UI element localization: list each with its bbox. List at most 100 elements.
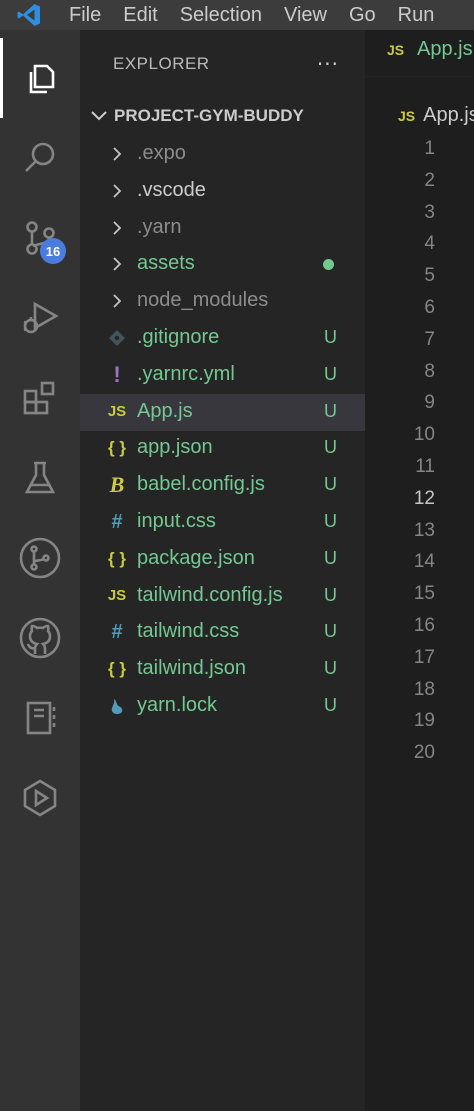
line-number: 1 xyxy=(424,138,435,159)
notebook-icon[interactable] xyxy=(0,678,80,758)
line-number: 2 xyxy=(424,169,435,191)
js-file-icon: JS xyxy=(398,108,416,124)
chevron-right-icon xyxy=(106,252,128,276)
babel-file-icon: B xyxy=(109,472,125,498)
json-file-icon: { } xyxy=(108,438,126,458)
file-name: .gitignore xyxy=(137,326,220,348)
line-number: 12 xyxy=(413,487,435,509)
tab-app-js[interactable]: JS App.js xyxy=(365,30,474,77)
title-bar: File Edit Selection View Go Run xyxy=(0,0,474,30)
file-package-json[interactable]: { } package.json U xyxy=(80,541,365,578)
folder-expo[interactable]: .expo xyxy=(80,136,365,173)
yarn-file-icon xyxy=(106,694,128,718)
menu-selection[interactable]: Selection xyxy=(169,0,273,30)
chevron-down-icon xyxy=(88,104,110,130)
file-app-json[interactable]: { } app.json U xyxy=(80,430,365,467)
extensions-icon[interactable] xyxy=(0,358,80,438)
search-icon[interactable] xyxy=(0,118,80,198)
file-name: .expo xyxy=(137,142,186,164)
line-number: 15 xyxy=(413,583,435,605)
line-number: 19 xyxy=(413,710,435,732)
file-name: .vscode xyxy=(137,178,206,201)
line-number: 10 xyxy=(413,424,435,446)
editor-area: JS App.js JS App.js 1 2 3 4 5 6 7 8 9 10 11 12 13 14 15… xyxy=(365,30,474,1111)
folder-yarn[interactable]: .yarn xyxy=(80,210,365,247)
file-babel-config-js[interactable]: Bbabel.config.js U xyxy=(80,467,365,504)
line-number: 16 xyxy=(413,615,435,636)
file-name: node_modules xyxy=(137,289,269,312)
folder-vscode[interactable]: .vscode xyxy=(80,173,365,210)
file-tailwind-config-js[interactable]: JS tailwind.config.js U xyxy=(80,578,365,615)
line-number: 8 xyxy=(424,360,435,382)
file-tailwind-json[interactable]: { } tailwind.json U xyxy=(80,651,365,688)
js-file-icon: JS xyxy=(387,42,405,58)
explorer-icon[interactable] xyxy=(0,38,80,118)
folder-node-modules[interactable]: node_modules xyxy=(80,283,365,320)
line-number: 5 xyxy=(424,265,435,287)
line-number: 3 xyxy=(424,201,435,223)
menu-file[interactable]: File xyxy=(58,0,112,30)
explorer-sidebar: EXPLORER ··· PROJECT-GYM-BUDDY .expo .vsc… xyxy=(80,30,365,1111)
git-status-badge: U xyxy=(324,400,337,421)
chevron-right-icon xyxy=(106,216,128,240)
file-name: app.json xyxy=(137,436,213,459)
line-number: 17 xyxy=(413,646,435,668)
untracked-dot xyxy=(323,259,334,271)
line-number: 14 xyxy=(413,551,435,573)
menu-run[interactable]: Run xyxy=(387,0,446,30)
json-file-icon: { } xyxy=(108,659,126,679)
file-gitignore[interactable]: .gitignore U xyxy=(80,320,365,357)
menu-edit[interactable]: Edit xyxy=(112,0,168,30)
menu-view[interactable]: View xyxy=(273,0,338,30)
file-yarn-lock[interactable]: yarn.lock U xyxy=(80,688,365,725)
chevron-right-icon xyxy=(106,142,128,166)
git-status-badge: U xyxy=(324,363,337,384)
line-number: 13 xyxy=(413,519,435,541)
git-graph-icon[interactable] xyxy=(0,518,80,598)
line-number: 4 xyxy=(424,233,435,255)
git-status-badge: U xyxy=(324,584,337,605)
line-number: 6 xyxy=(424,297,435,318)
file-app-js[interactable]: JS App.js U xyxy=(80,393,365,431)
git-status-badge: U xyxy=(324,621,337,642)
file-name: .yarn xyxy=(137,215,182,238)
file-name: tailwind.json xyxy=(137,657,246,680)
github-icon[interactable] xyxy=(0,598,80,678)
menu-go[interactable]: Go xyxy=(338,0,387,30)
file-yarnrc-yml[interactable]: ! .yarnrc.yml U xyxy=(80,357,365,394)
file-name: yarn.lock xyxy=(137,694,218,716)
git-status-badge: U xyxy=(324,327,337,347)
git-status-badge: U xyxy=(324,474,337,495)
file-name: App.js xyxy=(137,399,193,422)
folder-assets[interactable]: assets xyxy=(80,246,365,283)
yml-file-icon: ! xyxy=(113,361,121,387)
breadcrumb[interactable]: JS App.js xyxy=(398,104,474,127)
line-number: 9 xyxy=(424,392,435,414)
file-input-css[interactable]: # input.css U xyxy=(80,504,365,541)
scm-count-badge: 16 xyxy=(40,238,66,264)
remote-icon[interactable] xyxy=(0,758,80,838)
js-file-icon: JS xyxy=(107,403,127,421)
file-tailwind-css[interactable]: # tailwind.css U xyxy=(80,614,365,651)
git-status-badge: U xyxy=(324,437,337,458)
css-file-icon: # xyxy=(111,620,123,643)
git-status-badge: U xyxy=(324,547,337,568)
more-actions-button[interactable]: ··· xyxy=(317,52,339,76)
project-folder-header[interactable]: PROJECT-GYM-BUDDY xyxy=(80,100,365,132)
source-control-icon[interactable] xyxy=(0,198,80,278)
line-number: 7 xyxy=(424,328,435,350)
json-file-icon: { } xyxy=(108,548,126,568)
file-name: package.json xyxy=(137,546,255,569)
breadcrumb-file: App.js xyxy=(423,104,474,126)
chevron-right-icon xyxy=(106,289,128,313)
git-status-badge: U xyxy=(324,658,337,679)
testing-icon[interactable] xyxy=(0,438,80,518)
js-file-icon: JS xyxy=(107,587,127,605)
file-name: input.css xyxy=(137,510,216,532)
css-file-icon: # xyxy=(111,510,123,533)
file-name: .yarnrc.yml xyxy=(137,362,235,385)
chevron-right-icon xyxy=(106,179,128,203)
run-debug-icon[interactable] xyxy=(0,278,80,358)
project-name: PROJECT-GYM-BUDDY xyxy=(114,106,304,125)
line-number: 11 xyxy=(415,456,435,477)
